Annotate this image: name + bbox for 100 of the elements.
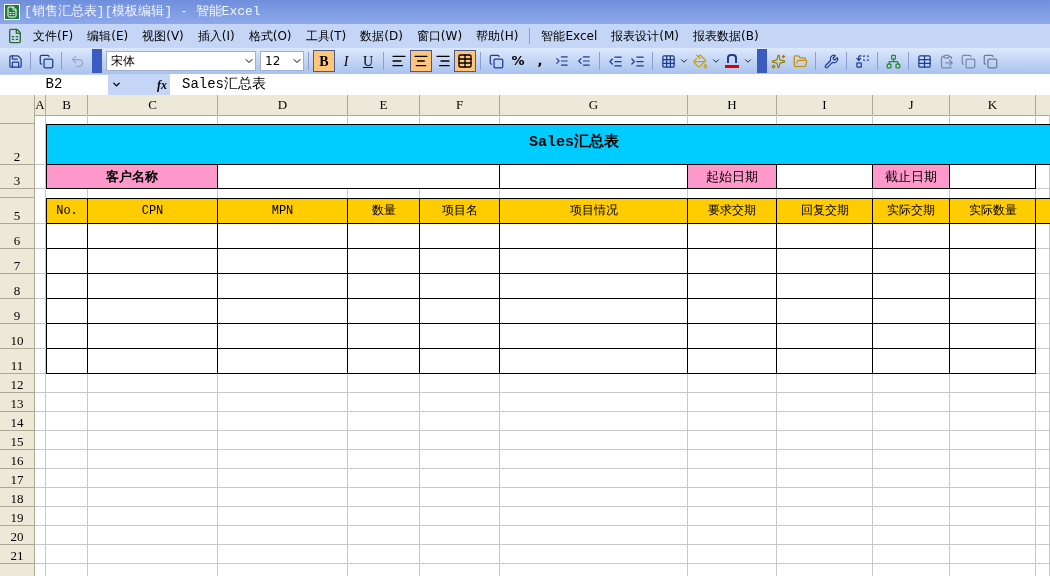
sheet-cell[interactable] xyxy=(1036,165,1050,189)
table-cell[interactable] xyxy=(88,249,218,274)
table-cell[interactable] xyxy=(873,224,950,249)
menu-item[interactable]: 插入(I) xyxy=(190,27,242,45)
sheet-cell[interactable] xyxy=(777,545,873,564)
sheet-cell[interactable] xyxy=(950,374,1036,393)
sheet-cell[interactable] xyxy=(777,488,873,507)
sheet-cell[interactable] xyxy=(218,469,348,488)
sheet-cell[interactable] xyxy=(1036,431,1050,450)
table-cell[interactable] xyxy=(688,274,777,299)
sheet-cell[interactable] xyxy=(950,545,1036,564)
sheet-cell[interactable] xyxy=(873,450,950,469)
sheet-cell[interactable] xyxy=(873,488,950,507)
sheet-cell[interactable] xyxy=(218,431,348,450)
table-cell[interactable] xyxy=(950,324,1036,349)
input-cell[interactable] xyxy=(950,165,1036,189)
sheet-cell[interactable] xyxy=(348,431,420,450)
number-format-button[interactable]: , xyxy=(529,50,551,72)
column-header[interactable]: K xyxy=(950,95,1036,116)
row-header[interactable]: 13 xyxy=(0,393,35,412)
sheet-cell[interactable] xyxy=(35,349,46,374)
sheet-cell[interactable] xyxy=(348,488,420,507)
sheet-cell[interactable] xyxy=(420,393,500,412)
row-header[interactable] xyxy=(0,115,35,124)
sheet-cell[interactable] xyxy=(35,526,46,545)
table-cell[interactable] xyxy=(500,274,688,299)
sheet-cell[interactable] xyxy=(500,507,688,526)
toolbar-options-button[interactable] xyxy=(92,49,102,73)
sheet-cell[interactable] xyxy=(500,450,688,469)
select-all-button[interactable] xyxy=(0,95,35,116)
sheet-cell[interactable] xyxy=(688,488,777,507)
row-header[interactable]: 12 xyxy=(0,374,35,393)
sheet-cell[interactable] xyxy=(777,393,873,412)
column-header[interactable]: H xyxy=(688,95,777,116)
menu-item[interactable]: 窗口(W) xyxy=(409,27,470,45)
sheet-cell[interactable] xyxy=(46,431,88,450)
sheet-cell[interactable] xyxy=(35,545,46,564)
sheet-cell[interactable] xyxy=(348,507,420,526)
sheet-cell[interactable] xyxy=(46,393,88,412)
sheet-cell[interactable] xyxy=(218,507,348,526)
font-field[interactable]: 宋体 xyxy=(106,51,256,71)
sheet-cell[interactable] xyxy=(35,431,46,450)
table-cell[interactable] xyxy=(218,224,348,249)
sheet-cell[interactable] xyxy=(500,488,688,507)
sheet-cell[interactable] xyxy=(420,412,500,431)
row-header[interactable]: 18 xyxy=(0,488,35,507)
table-cell[interactable] xyxy=(688,324,777,349)
table-cell[interactable] xyxy=(500,349,688,374)
sheet-cell[interactable] xyxy=(950,412,1036,431)
sheet-cell[interactable] xyxy=(35,249,46,274)
sheet-cell[interactable] xyxy=(348,412,420,431)
sheet-cell[interactable] xyxy=(1036,349,1050,374)
table-cell[interactable] xyxy=(950,274,1036,299)
table-cell[interactable] xyxy=(420,349,500,374)
table-cell[interactable] xyxy=(46,224,88,249)
table-cell[interactable] xyxy=(688,249,777,274)
table-cell[interactable] xyxy=(46,249,88,274)
sheet-cell[interactable] xyxy=(1036,545,1050,564)
sheet-cell[interactable] xyxy=(777,507,873,526)
row-header[interactable]: 16 xyxy=(0,450,35,469)
sheet-cell[interactable] xyxy=(1036,412,1050,431)
sheet-cell[interactable] xyxy=(420,545,500,564)
sheet-cell[interactable] xyxy=(777,412,873,431)
row-header[interactable]: 10 xyxy=(0,324,35,349)
sheet-cell[interactable] xyxy=(88,450,218,469)
menu-item[interactable]: 帮助(H) xyxy=(469,27,526,45)
caret-icon[interactable] xyxy=(743,56,753,66)
table-cell[interactable] xyxy=(500,249,688,274)
sheet-cell[interactable] xyxy=(500,374,688,393)
table-cell[interactable] xyxy=(500,224,688,249)
table-cell[interactable] xyxy=(777,299,873,324)
table-cell[interactable] xyxy=(873,324,950,349)
sheet-cell[interactable] xyxy=(777,526,873,545)
row-header[interactable]: 3 xyxy=(0,165,35,189)
sheet-cell[interactable] xyxy=(873,526,950,545)
sheet-cell[interactable] xyxy=(88,507,218,526)
table-cell[interactable] xyxy=(46,299,88,324)
column-header[interactable]: A xyxy=(35,95,46,116)
format-button[interactable]: U xyxy=(357,50,379,72)
formula-field[interactable]: Sales汇总表 xyxy=(170,74,1050,95)
row-header[interactable]: 5 xyxy=(0,198,35,224)
sheet-cell[interactable] xyxy=(46,450,88,469)
sheet-cell[interactable] xyxy=(1036,249,1050,274)
sheet-cell[interactable] xyxy=(420,507,500,526)
table-cell[interactable] xyxy=(88,274,218,299)
table-cell[interactable] xyxy=(777,224,873,249)
sheet-cell[interactable] xyxy=(420,469,500,488)
sheet-cell[interactable] xyxy=(1036,224,1050,249)
table-cell[interactable] xyxy=(218,274,348,299)
sheet-cell[interactable] xyxy=(873,412,950,431)
sheet-cell[interactable] xyxy=(35,374,46,393)
column-header[interactable]: E xyxy=(348,95,420,116)
menu-item[interactable]: 视图(V) xyxy=(135,27,191,45)
sheet-cell[interactable] xyxy=(688,450,777,469)
column-header[interactable]: F xyxy=(420,95,500,116)
table-cell[interactable] xyxy=(420,224,500,249)
table-cell[interactable] xyxy=(218,324,348,349)
table-cell[interactable] xyxy=(420,274,500,299)
input-cell[interactable] xyxy=(218,165,500,189)
align-button[interactable] xyxy=(410,50,432,72)
